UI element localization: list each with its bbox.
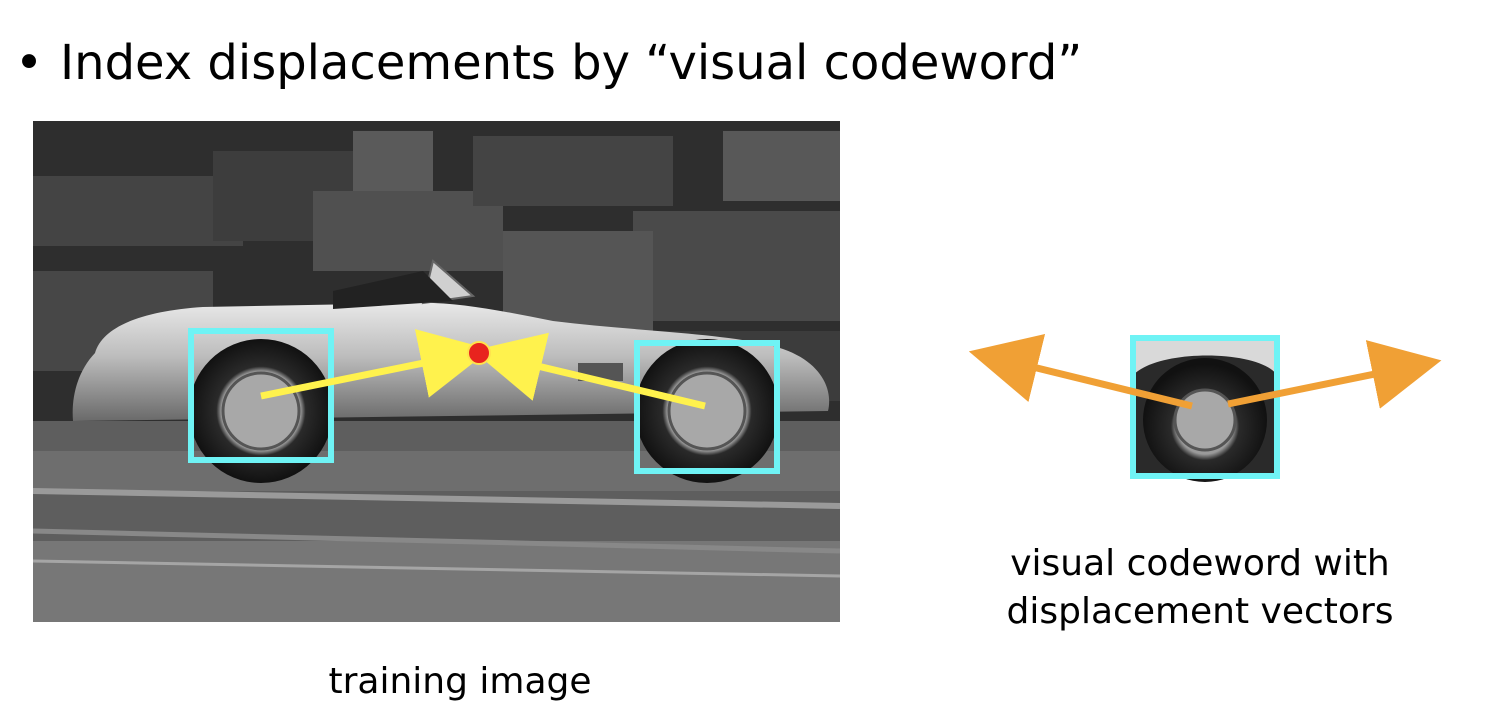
training-image-caption: training image: [328, 661, 592, 702]
visual-codeword-diagram: [968, 333, 1442, 482]
training-image-panel: [33, 121, 840, 622]
visual-codeword-caption: visual codeword with displacement vector…: [960, 540, 1440, 636]
slide-title: Index displacements by “visual codeword”: [60, 35, 1083, 91]
object-center-point: [467, 341, 491, 365]
caption-line-2: displacement vectors: [1006, 591, 1394, 632]
bullet-dot-icon: •: [14, 35, 44, 91]
bullet-heading: • Index displacements by “visual codewor…: [0, 28, 1082, 98]
caption-line-1: visual codeword with: [1010, 543, 1390, 584]
training-image: [33, 121, 840, 622]
codeword-patch: [1130, 335, 1280, 482]
visual-codeword-panel: [960, 320, 1460, 500]
